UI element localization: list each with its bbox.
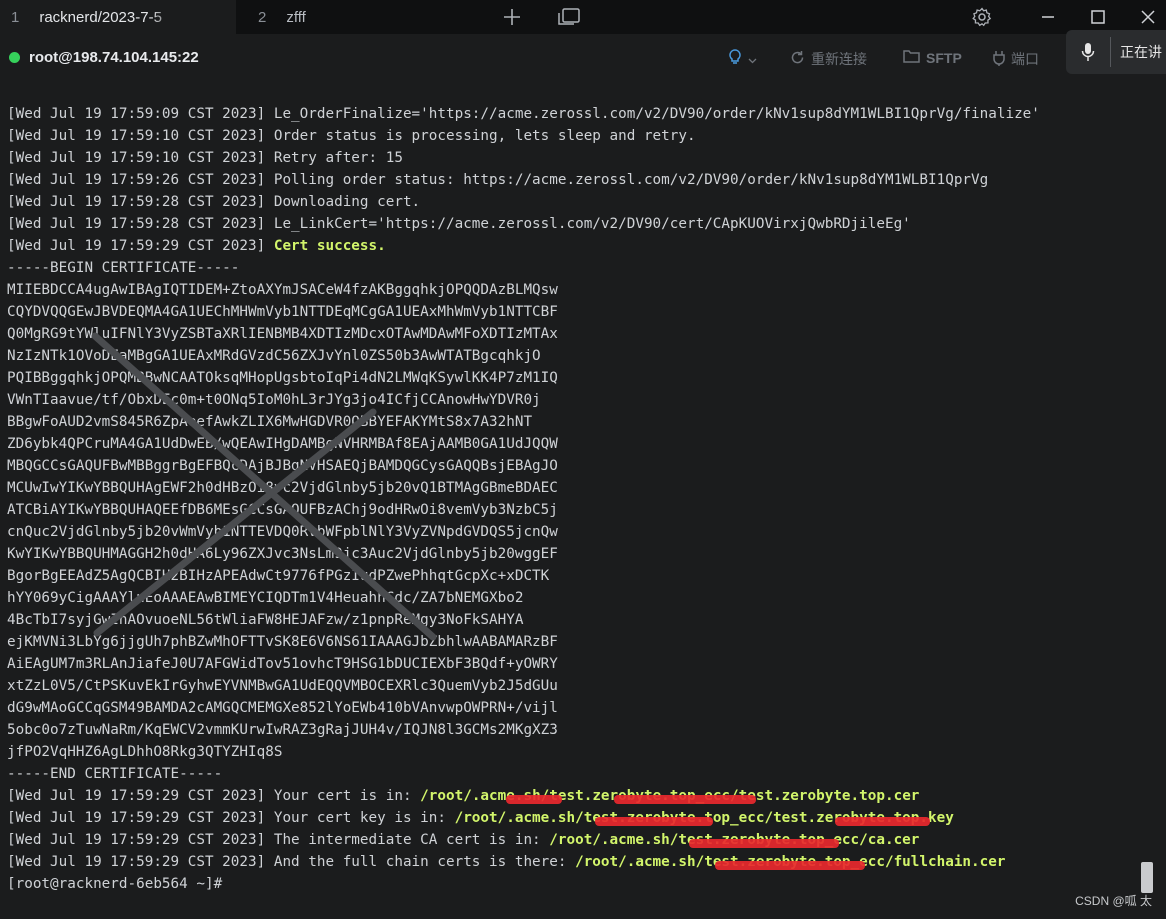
redaction-mark bbox=[689, 839, 840, 848]
cert-line: ejKMVNi3LbYg6jjgUh7phBZwMhOFTTvSK8E6V6NS… bbox=[7, 634, 558, 650]
refresh-icon bbox=[790, 50, 805, 68]
maximize-icon[interactable] bbox=[1086, 0, 1110, 34]
result-line-cert: [Wed Jul 19 17:59:29 CST 2023] Your cert… bbox=[7, 785, 1157, 807]
fullchain-path: /root/.acme.sh/test.zerobyte.top_ecc/ful… bbox=[575, 854, 1005, 870]
terminal-line: [Wed Jul 19 17:59:28 CST 2023] Downloadi… bbox=[7, 194, 421, 210]
terminal-output[interactable]: [Wed Jul 19 17:59:09 CST 2023] Le_OrderF… bbox=[7, 103, 1157, 903]
port-label: 端口 bbox=[1011, 51, 1039, 67]
log-prefix: [Wed Jul 19 17:59:29 CST 2023] And the f… bbox=[7, 854, 576, 870]
cert-line: KwYIKwYBBQUHMAGGH2h0dHA6Ly96ZXJvc3NsLm9j… bbox=[7, 546, 558, 562]
tab-number: 1 bbox=[11, 8, 20, 26]
connection-host: root@198.74.104.145:22 bbox=[9, 49, 199, 66]
cert-line: 5obc0o7zTuwNaRm/KqEWCV2vmmKUrwIwRAZ3gRaj… bbox=[7, 722, 558, 738]
voice-status-text: 正在讲 bbox=[1120, 44, 1162, 60]
cert-line: BBgwFoAUD2vmS845R6ZpAeefAwkZLIX6MwHGDVR0… bbox=[7, 414, 533, 430]
tab-overview-icon[interactable] bbox=[556, 0, 582, 34]
key-path: /root/.acme.sh/test.zerobyte.top_ecc/tes… bbox=[455, 810, 954, 826]
connection-bar: root@198.74.104.145:22 重新连接 SFTP 端口 bbox=[0, 34, 1166, 84]
gear-icon[interactable] bbox=[970, 0, 994, 34]
plug-icon bbox=[993, 50, 1005, 69]
host-label: root@198.74.104.145:22 bbox=[29, 49, 199, 66]
chevron-down-icon bbox=[748, 51, 757, 67]
cert-line: ATCBiAYIKwYBBQUHAQEEfDB6MEsGCCsGAQUFBzAC… bbox=[7, 502, 558, 518]
terminal-line: [Wed Jul 19 17:59:10 CST 2023] Order sta… bbox=[7, 128, 696, 144]
cert-line: hYY069yCigAAAYluEoAAAEAwBIMEYCIQDTm1V4He… bbox=[7, 590, 524, 606]
terminal-line: [Wed Jul 19 17:59:26 CST 2023] Polling o… bbox=[7, 172, 989, 188]
tab-title: racknerd/2023-7-5 bbox=[39, 8, 162, 26]
terminal-line: [Wed Jul 19 17:59:10 CST 2023] Retry aft… bbox=[7, 150, 403, 166]
tab-bar: 1 racknerd/2023-7-5 2 zfff bbox=[0, 0, 1166, 34]
cert-line: CQYDVQQGEwJBVDEQMA4GA1UEChMHWmVyb1NTTDEq… bbox=[7, 304, 558, 320]
reconnect-label: 重新连接 bbox=[811, 51, 867, 67]
cert-line: MCUwIwYIKwYBBQUHAgEWF2h0dHBzOi8vc2VjdGln… bbox=[7, 480, 558, 496]
cert-line: 4BcTbI7syjGwIhAOvuoeNL56tWliaFW8HEJAFzw/… bbox=[7, 612, 524, 628]
cert-line: MIIEBDCCA4ugAwIBAgIQTIDEM+ZtoAXYmJSACeW4… bbox=[7, 282, 558, 298]
result-line-key: [Wed Jul 19 17:59:29 CST 2023] Your cert… bbox=[7, 807, 1157, 829]
redaction-mark bbox=[506, 795, 563, 804]
log-prefix: [Wed Jul 19 17:59:29 CST 2023] Your cert… bbox=[7, 810, 455, 826]
log-prefix: [Wed Jul 19 17:59:29 CST 2023] Your cert… bbox=[7, 788, 421, 804]
minimize-icon[interactable] bbox=[1036, 0, 1060, 34]
voice-input-popup[interactable]: 正在讲 bbox=[1066, 30, 1166, 74]
cert-path: /root/.acme.sh/test.zerobyte.top_ecc/tes… bbox=[420, 788, 919, 804]
certificate-body: MIIEBDCCA4ugAwIBAgIQTIDEM+ZtoAXYmJSACeW4… bbox=[7, 279, 1157, 763]
tab-session-1[interactable]: 1 racknerd/2023-7-5 bbox=[0, 0, 236, 34]
log-prefix: [Wed Jul 19 17:59:29 CST 2023] The inter… bbox=[7, 832, 550, 848]
port-forward-button[interactable]: 端口 bbox=[993, 49, 1039, 69]
cert-line: Q0MgRG9tYWluIFNlY3VyZSBTaXRlIENBMB4XDTIz… bbox=[7, 326, 558, 342]
cert-line: cnQuc2VjdGlnby5jb20vWmVyb1NTTEVDQ0RvbWFp… bbox=[7, 524, 558, 540]
tips-button[interactable] bbox=[728, 49, 757, 68]
divider bbox=[1110, 37, 1111, 67]
terminal-line: [Wed Jul 19 17:59:29 CST 2023] Cert succ… bbox=[7, 235, 1157, 257]
folder-icon bbox=[903, 49, 920, 66]
result-line-fullchain: [Wed Jul 19 17:59:29 CST 2023] And the f… bbox=[7, 851, 1157, 873]
log-prefix: [Wed Jul 19 17:59:29 CST 2023] bbox=[7, 238, 274, 254]
sftp-label: SFTP bbox=[926, 49, 962, 66]
cert-end-marker: -----END CERTIFICATE----- bbox=[7, 766, 223, 782]
cert-line: NzIzNTk1OVoDEaMBgGA1UEAxMRdGVzdC56ZXJvYn… bbox=[7, 348, 541, 364]
redaction-mark bbox=[834, 817, 930, 826]
cert-line: MBQGCCsGAQUFBwMBBggrBgEFBQcDAjBJBgNVHSAE… bbox=[7, 458, 558, 474]
reconnect-button[interactable]: 重新连接 bbox=[790, 49, 867, 69]
tab-number: 2 bbox=[258, 8, 267, 26]
terminal-line: [Wed Jul 19 17:59:28 CST 2023] Le_LinkCe… bbox=[7, 216, 911, 232]
terminal-line: [Wed Jul 19 17:59:09 CST 2023] Le_OrderF… bbox=[7, 106, 1040, 122]
redaction-mark bbox=[594, 817, 713, 826]
cert-line: jfPO2VqHHZ6AgLDhhO8Rkg3QTYZHIq8S bbox=[7, 744, 283, 760]
result-line-ca: [Wed Jul 19 17:59:29 CST 2023] The inter… bbox=[7, 829, 1157, 851]
ca-path: /root/.acme.sh/test.zerobyte.top_ecc/ca.… bbox=[549, 832, 919, 848]
close-icon[interactable] bbox=[1136, 0, 1160, 34]
sftp-button[interactable]: SFTP bbox=[903, 49, 962, 66]
terminal-scrollbar[interactable] bbox=[1141, 862, 1153, 893]
shell-prompt[interactable]: [root@racknerd-6eb564 ~]# bbox=[7, 873, 1157, 895]
cert-line: VWnTIaavue/tf/ObxDEc0m+t0ONq5IoM0hL3rJYg… bbox=[7, 392, 541, 408]
redaction-mark bbox=[614, 795, 757, 804]
watermark: CSDN @呱 太 bbox=[1075, 894, 1152, 908]
cert-line: dG9wMAoGCCqGSM49BAMDA2cAMGQCMEMGXe852lYo… bbox=[7, 700, 558, 716]
microphone-icon[interactable] bbox=[1066, 42, 1110, 62]
cert-line: xtZzL0V5/CtPSKuvEkIrGyhwEYVNMBwGA1UdEQQV… bbox=[7, 678, 558, 694]
new-tab-plus-icon[interactable] bbox=[500, 0, 524, 34]
tab-title: zfff bbox=[286, 8, 306, 26]
cert-begin-marker: -----BEGIN CERTIFICATE----- bbox=[7, 260, 240, 276]
cert-line: PQIBBggqhkjOPQMBBwNCAATOksqMHopUgsbtoIqP… bbox=[7, 370, 558, 386]
status-dot bbox=[9, 52, 20, 63]
lightbulb-icon bbox=[728, 49, 742, 68]
redaction-mark bbox=[715, 861, 866, 870]
cert-line: BgorBgEEAdZ5AgQCBIH2BIHzAPEAdwCt9776fPGz… bbox=[7, 568, 550, 584]
tab-session-2[interactable]: 2 zfff bbox=[258, 0, 458, 34]
cert-line: ZD6ybk4QPCruMA4GA1UdDwEB/wQEAwIHgDAMBgNV… bbox=[7, 436, 558, 452]
cert-success-text: Cert success. bbox=[273, 238, 386, 254]
cert-line: AiEAgUM7m3RLAnJiafeJ0U7AFGWidTov51ovhcT9… bbox=[7, 656, 558, 672]
